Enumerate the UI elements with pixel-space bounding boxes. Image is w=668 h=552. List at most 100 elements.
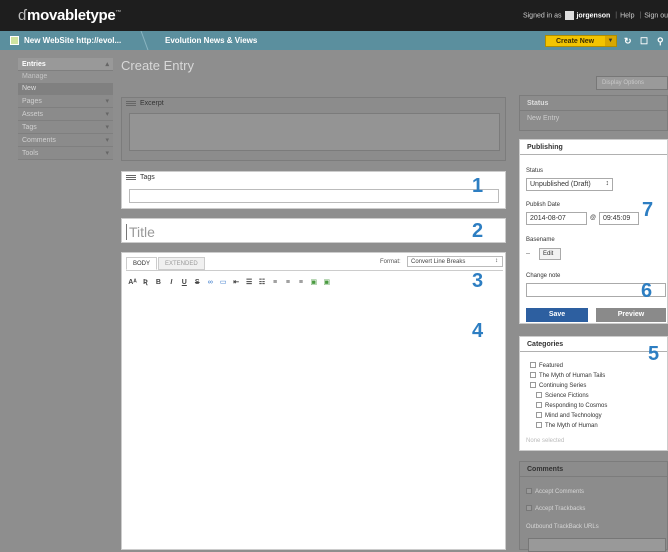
- editor-toolbar: Aᴬ Ʀ B I U S ∞ ▭ ⇤ ☰ ☷ ≡ ≡ ≡ ▣ ▣: [128, 278, 408, 290]
- tags-panel: Tags: [121, 171, 506, 209]
- drag-handle-icon[interactable]: [126, 101, 136, 102]
- checkbox[interactable]: [530, 372, 536, 378]
- avatar: [565, 11, 575, 20]
- insert-image-icon[interactable]: ▣: [309, 278, 318, 288]
- help-link[interactable]: Help: [620, 12, 634, 19]
- chevron-up-icon: ▴: [105, 61, 109, 68]
- at-label: @: [590, 215, 597, 221]
- breadcrumb-site[interactable]: New WebSite http://evol...: [24, 36, 121, 45]
- italic-icon[interactable]: I: [167, 278, 176, 288]
- sidebar: Entries ▴ Manage New Pages ▾ Assets ▾ Tags ▾…: [18, 58, 113, 160]
- category-item[interactable]: Science Fictions: [536, 392, 589, 399]
- category-item[interactable]: The Myth of Human: [536, 422, 598, 429]
- chevron-updown-icon: ↕: [605, 180, 610, 187]
- category-item[interactable]: Responding to Cosmos: [536, 402, 607, 409]
- breadcrumb-blog[interactable]: Evolution News & Views: [165, 36, 257, 45]
- checkbox[interactable]: [536, 402, 542, 408]
- callout-2: 2: [472, 220, 484, 242]
- tags-input[interactable]: [129, 189, 499, 203]
- title-input[interactable]: Title: [126, 224, 155, 240]
- create-new-button[interactable]: Create New ▼: [545, 35, 617, 47]
- align-right-icon[interactable]: ≡: [296, 278, 305, 288]
- sidebar-item-manage[interactable]: Manage: [18, 71, 113, 83]
- font-style-icon[interactable]: Ʀ: [141, 278, 150, 288]
- comments-heading: Comments: [520, 462, 667, 477]
- chevron-down-icon: ▾: [105, 150, 109, 157]
- display-options-button[interactable]: Display Options: [596, 76, 668, 90]
- align-left-icon[interactable]: ≡: [270, 278, 279, 288]
- sidebar-item-new[interactable]: New: [18, 83, 113, 95]
- category-item[interactable]: Featured: [530, 362, 563, 369]
- callout-7: 7: [642, 199, 654, 221]
- preview-button[interactable]: Preview: [596, 308, 666, 322]
- title-panel: Title: [121, 218, 506, 243]
- numbered-list-icon[interactable]: ☷: [258, 278, 267, 288]
- checkbox[interactable]: [536, 392, 542, 398]
- status-heading: Status: [520, 96, 667, 111]
- email-link-icon[interactable]: ▭: [219, 278, 228, 288]
- align-center-icon[interactable]: ≡: [283, 278, 292, 288]
- body-editor[interactable]: BODY EXTENDED Format: Convert Line Break…: [121, 252, 506, 550]
- font-size-icon[interactable]: Aᴬ: [128, 278, 137, 288]
- link-icon[interactable]: ∞: [206, 278, 215, 288]
- tab-extended[interactable]: EXTENDED: [158, 257, 205, 270]
- checkbox[interactable]: [526, 505, 532, 511]
- sidebar-item-pages[interactable]: Pages ▾: [18, 95, 113, 108]
- category-item[interactable]: Mind and Technology: [536, 412, 602, 419]
- chevron-down-icon: ▾: [105, 111, 109, 118]
- underline-icon[interactable]: U: [180, 278, 189, 288]
- strikethrough-icon[interactable]: S: [193, 278, 202, 288]
- status-select[interactable]: Unpublished (Draft) ↕: [526, 178, 613, 191]
- sign-out-link[interactable]: Sign ou: [644, 12, 668, 19]
- callout-5: 5: [648, 343, 660, 365]
- chevron-down-icon: ▾: [105, 124, 109, 131]
- insert-file-icon[interactable]: ▣: [322, 278, 331, 288]
- breadcrumb-separator: [140, 31, 162, 50]
- publishing-heading: Publishing: [520, 140, 667, 155]
- change-note-label: Change note: [526, 273, 561, 279]
- categories-panel: Categories Featured The Myth of Human Ta…: [519, 336, 668, 451]
- publish-time-field[interactable]: 09:45:09: [599, 212, 639, 225]
- bullet-list-icon[interactable]: ☰: [245, 278, 254, 288]
- sidebar-item-entries[interactable]: Entries ▴: [18, 58, 113, 71]
- format-select[interactable]: Convert Line Breaks ↕: [407, 256, 503, 267]
- callout-1: 1: [472, 175, 484, 197]
- sidebar-item-assets[interactable]: Assets ▾: [18, 108, 113, 121]
- save-button[interactable]: Save: [526, 308, 588, 322]
- checkbox[interactable]: [536, 412, 542, 418]
- logo[interactable]: ɗmovabletype™: [18, 7, 121, 24]
- basename-label: Basename: [526, 237, 555, 243]
- sidebar-item-comments[interactable]: Comments ▾: [18, 134, 113, 147]
- publish-date-label: Publish Date: [526, 202, 561, 208]
- excerpt-field[interactable]: [129, 113, 500, 151]
- sidebar-item-tools[interactable]: Tools ▾: [18, 147, 113, 160]
- chevron-updown-icon: ↕: [495, 258, 498, 264]
- page-title: Create Entry: [121, 58, 194, 73]
- callout-4: 4: [472, 320, 484, 342]
- checkbox[interactable]: [530, 362, 536, 368]
- sidebar-item-tags[interactable]: Tags ▾: [18, 121, 113, 134]
- refresh-icon[interactable]: ↻: [624, 36, 632, 47]
- categories-heading: Categories: [520, 337, 667, 352]
- basename-edit-button[interactable]: Edit: [539, 248, 561, 260]
- category-item[interactable]: Continuing Series: [530, 382, 586, 389]
- accept-comments-option[interactable]: Accept Comments: [526, 488, 584, 495]
- checkbox[interactable]: [526, 488, 532, 494]
- tab-body[interactable]: BODY: [126, 257, 158, 270]
- category-item[interactable]: The Myth of Human Tails: [530, 372, 605, 379]
- publish-date-field[interactable]: 2014-08-07: [526, 212, 587, 225]
- indent-icon[interactable]: ⇤: [232, 278, 241, 288]
- bold-icon[interactable]: B: [154, 278, 163, 288]
- search-icon[interactable]: ⚲: [657, 36, 664, 47]
- site-icon: [10, 36, 19, 45]
- accept-trackbacks-option[interactable]: Accept Trackbacks: [526, 505, 585, 512]
- status-value: New Entry: [527, 115, 560, 122]
- outbound-trackback-label: Outbound TrackBack URLs: [526, 524, 599, 530]
- callout-6: 6: [641, 280, 653, 302]
- user-menu: Signed in as jorgenson | Help | Sign ou: [522, 11, 668, 20]
- username[interactable]: jorgenson: [576, 12, 610, 19]
- checkbox[interactable]: [536, 422, 542, 428]
- edit-icon[interactable]: ☐: [640, 36, 648, 47]
- checkbox[interactable]: [530, 382, 536, 388]
- drag-handle-icon[interactable]: [126, 175, 136, 176]
